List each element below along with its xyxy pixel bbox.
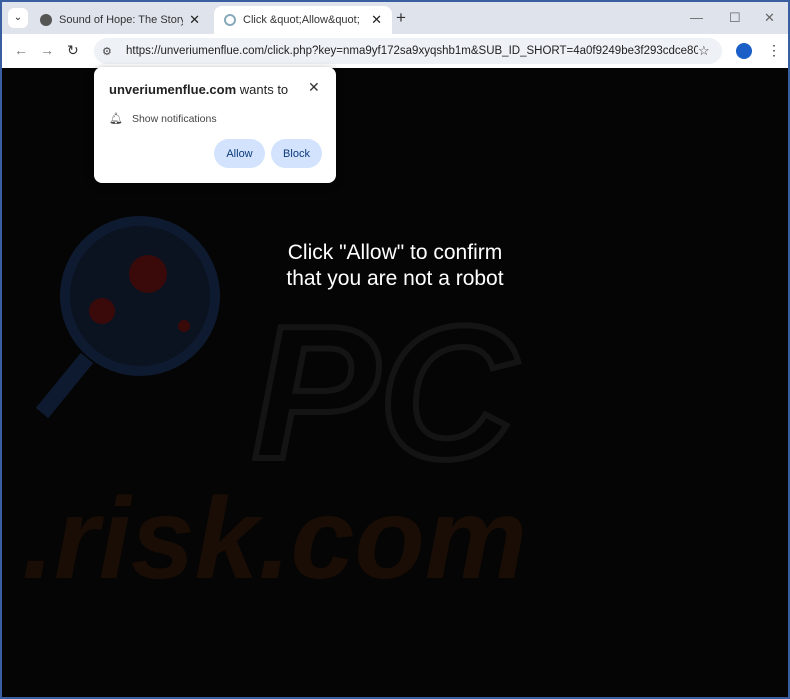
robot-message: Click "Allow" to confirm that you are no… [2, 240, 788, 292]
close-tab-icon[interactable]: ✕ [371, 12, 382, 28]
tab-search-button[interactable]: ⌄ [8, 8, 28, 28]
tab-title: Sound of Hope: The Story of Po [59, 14, 183, 26]
popup-wants-to: wants to [236, 82, 289, 97]
notification-permission-popup: unveriumenflue.com wants to ✕ 🔔︎ Show no… [94, 67, 336, 183]
tab-bar: ⌄ Sound of Hope: The Story of Po ✕ Click… [2, 2, 788, 34]
bookmark-star-icon[interactable]: ☆ [698, 43, 722, 59]
block-button[interactable]: Block [271, 139, 322, 168]
close-tab-icon[interactable]: ✕ [189, 12, 200, 28]
profile-avatar[interactable] [736, 43, 752, 59]
minimize-button[interactable]: — [690, 10, 703, 25]
close-popup-icon[interactable]: ✕ [308, 79, 320, 96]
permission-row: 🔔︎ Show notifications [109, 112, 217, 126]
forward-button[interactable]: → [40, 42, 54, 58]
browser-window: ⌄ Sound of Hope: The Story of Po ✕ Click… [2, 2, 788, 697]
close-window-button[interactable]: ✕ [764, 10, 775, 26]
site-info-icon[interactable]: ⚙ [102, 45, 118, 58]
loading-icon [224, 14, 236, 26]
toolbar: ← → ↻ ⚙ https://unveriumenflue.com/click… [2, 34, 788, 68]
message-line-2: that you are not a robot [286, 267, 504, 290]
message-line-1: Click "Allow" to confirm [287, 241, 503, 264]
tab-sound-of-hope[interactable]: Sound of Hope: The Story of Po ✕ [30, 6, 210, 34]
reload-button[interactable]: ↻ [67, 42, 79, 59]
menu-kebab-icon[interactable]: ⋮ [767, 42, 781, 59]
maximize-button[interactable]: ☐ [729, 10, 741, 26]
svg-text:PC: PC [252, 287, 519, 499]
new-tab-button[interactable]: + [396, 8, 406, 28]
svg-text:.risk.com: .risk.com [22, 475, 527, 603]
allow-button[interactable]: Allow [214, 139, 265, 168]
tab-click-allow[interactable]: Click &quot;Allow&quot; ✕ [214, 6, 392, 34]
popup-site: unveriumenflue.com [109, 82, 237, 97]
bell-icon: 🔔︎ [109, 113, 123, 125]
url-text[interactable]: https://unveriumenflue.com/click.php?key… [126, 45, 698, 57]
tab-title: Click &quot;Allow&quot; [243, 14, 360, 26]
address-bar[interactable]: ⚙ https://unveriumenflue.com/click.php?k… [94, 38, 722, 64]
popup-title: unveriumenflue.com wants to [109, 82, 288, 97]
permission-label: Show notifications [131, 112, 217, 125]
globe-icon [40, 14, 52, 26]
back-button[interactable]: ← [14, 42, 28, 58]
